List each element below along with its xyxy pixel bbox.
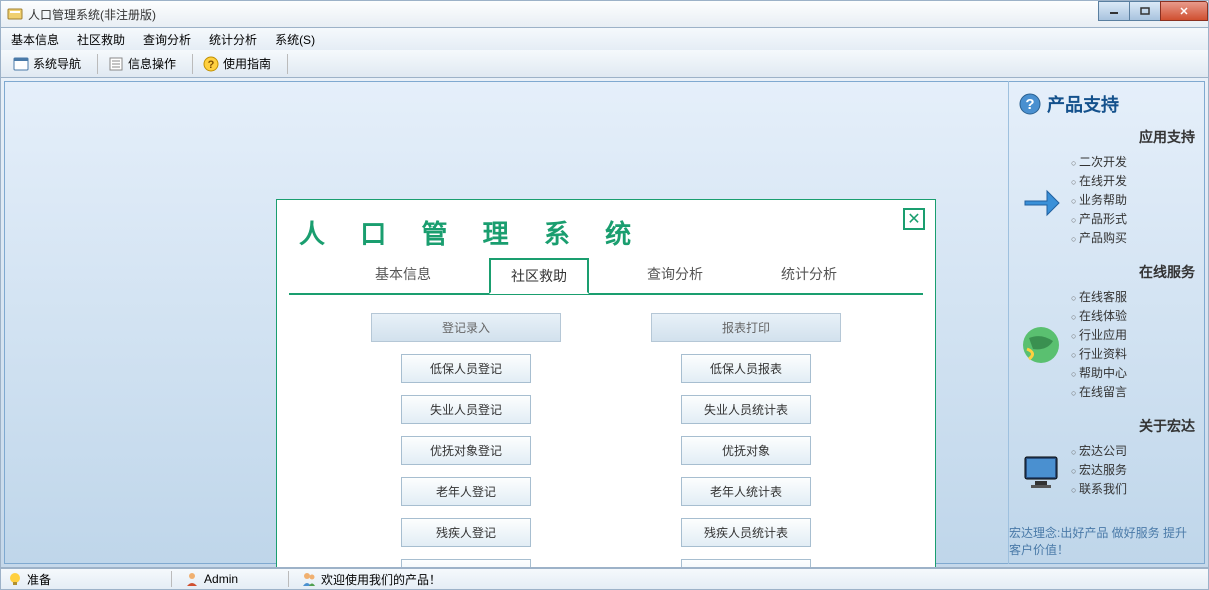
status-welcome: 欢迎使用我们的产品！ <box>301 571 441 588</box>
menubar: 基本信息 社区救助 查询分析 统计分析 系统(S) <box>0 28 1209 50</box>
help-circle-icon: ? <box>1019 93 1041 115</box>
separator <box>192 54 193 74</box>
sidebar-section-app: 应用支持 二次开发 在线开发 业务帮助 产品形式 产品购买 <box>1019 127 1195 248</box>
link-industry-doc[interactable]: 行业资料 <box>1071 345 1127 364</box>
link-dev2[interactable]: 二次开发 <box>1071 153 1127 172</box>
svg-text:?: ? <box>1025 96 1034 113</box>
list-icon <box>108 56 124 72</box>
nav-close-button[interactable]: ✕ <box>903 208 925 230</box>
bulb-icon <box>700 566 716 569</box>
sidebar-slogan: 宏达理念:出好产品 做好服务 提升客户价值！ <box>1009 524 1193 558</box>
toolbar: 系统导航 信息操作 ? 使用指南 <box>0 50 1209 78</box>
menu-system[interactable]: 系统(S) <box>275 31 315 48</box>
nav-header: 人 口 管 理 系 统 ✕ <box>277 200 935 257</box>
monitor-icon <box>1019 449 1063 493</box>
link-online-dev[interactable]: 在线开发 <box>1071 172 1127 191</box>
close-button[interactable] <box>1160 1 1208 21</box>
link-biz-help[interactable]: 业务帮助 <box>1071 191 1127 210</box>
minimize-button[interactable] <box>1098 1 1130 21</box>
main-area: 人 口 管 理 系 统 ✕ 基本信息 社区救助 查询分析 统计分析 登记录入 低… <box>0 78 1209 568</box>
window-controls <box>1099 1 1208 21</box>
sidebar-links-about: 宏达公司 宏达服务 联系我们 <box>1071 442 1127 499</box>
sidebar-section-about: 关于宏达 宏达公司 宏达服务 联系我们 <box>1019 416 1195 499</box>
btn-laonian-reg[interactable]: 老年人登记 <box>401 477 531 506</box>
nav-group-register: 登记录入 低保人员登记 失业人员登记 优抚对象登记 老年人登记 残疾人登记 两劳… <box>371 313 561 568</box>
link-cs[interactable]: 在线客服 <box>1071 288 1127 307</box>
link-trial[interactable]: 在线体验 <box>1071 307 1127 326</box>
nav-tab-basic[interactable]: 基本信息 <box>355 258 451 294</box>
nav-tab-community[interactable]: 社区救助 <box>489 258 589 294</box>
nav-pinyin: REN KOU GUAN LI XI TONG <box>295 566 505 568</box>
sidebar-section-online: 在线服务 在线客服 在线体验 行业应用 行业资料 帮助中心 在线留言 <box>1019 262 1195 402</box>
separator <box>288 571 289 587</box>
sidebar-head-app: 应用支持 <box>1019 127 1195 147</box>
btn-dibao-rpt[interactable]: 低保人员报表 <box>681 354 811 383</box>
link-service[interactable]: 宏达服务 <box>1071 461 1127 480</box>
sidebar-links-online: 在线客服 在线体验 行业应用 行业资料 帮助中心 在线留言 <box>1071 288 1127 402</box>
status-ready: 准备 <box>7 571 51 588</box>
menu-query[interactable]: 查询分析 <box>143 31 191 48</box>
nav-content: 登记录入 低保人员登记 失业人员登记 优抚对象登记 老年人登记 残疾人登记 两劳… <box>277 295 935 568</box>
sidebar: ? 产品支持 应用支持 二次开发 在线开发 业务帮助 产品形式 产品购买 在线服… <box>1008 81 1205 564</box>
nav-title: 人 口 管 理 系 统 <box>299 214 913 251</box>
btn-canji-reg[interactable]: 残疾人登记 <box>401 518 531 547</box>
separator <box>171 571 172 587</box>
bulb-icon <box>7 571 23 587</box>
globe-icon <box>1019 323 1063 367</box>
btn-canji-rpt[interactable]: 残疾人员统计表 <box>681 518 811 547</box>
menu-basic[interactable]: 基本信息 <box>11 31 59 48</box>
sidebar-title: ? 产品支持 <box>1019 91 1195 117</box>
window-title: 人口管理系统(非注册版) <box>28 6 156 23</box>
separator <box>287 54 288 74</box>
link-product-buy[interactable]: 产品购买 <box>1071 229 1127 248</box>
link-help-center[interactable]: 帮助中心 <box>1071 364 1127 383</box>
link-product-form[interactable]: 产品形式 <box>1071 210 1127 229</box>
btn-laonian-rpt[interactable]: 老年人统计表 <box>681 477 811 506</box>
toolbar-info[interactable]: 信息操作 <box>102 53 182 74</box>
group-head-report: 报表打印 <box>651 313 841 342</box>
help-icon: ? <box>203 56 219 72</box>
status-user: Admin <box>184 571 238 587</box>
toolbar-nav[interactable]: 系统导航 <box>7 53 87 74</box>
sidebar-head-online: 在线服务 <box>1019 262 1195 282</box>
btn-youfu-rpt[interactable]: 优抚对象 <box>681 436 811 465</box>
nav-tab-stats[interactable]: 统计分析 <box>761 258 857 294</box>
separator <box>97 54 98 74</box>
nav-panel: 人 口 管 理 系 统 ✕ 基本信息 社区救助 查询分析 统计分析 登记录入 低… <box>276 199 936 568</box>
user-icon <box>184 571 200 587</box>
nav-tab-query[interactable]: 查询分析 <box>627 258 723 294</box>
nav-tabs: 基本信息 社区救助 查询分析 统计分析 <box>289 257 923 295</box>
sidebar-links-app: 二次开发 在线开发 业务帮助 产品形式 产品购买 <box>1071 153 1127 248</box>
people-icon <box>301 571 317 587</box>
link-industry-app[interactable]: 行业应用 <box>1071 326 1127 345</box>
btn-dibao-reg[interactable]: 低保人员登记 <box>401 354 531 383</box>
svg-text:?: ? <box>208 59 215 71</box>
sidebar-head-about: 关于宏达 <box>1019 416 1195 436</box>
titlebar: 人口管理系统(非注册版) <box>0 0 1209 28</box>
arrow-icon <box>1019 179 1063 223</box>
menu-community[interactable]: 社区救助 <box>77 31 125 48</box>
window-icon <box>13 56 29 72</box>
nav-footer-hint: 使用F8键可以显示/隐藏当前导航窗口 <box>700 565 917 568</box>
link-message[interactable]: 在线留言 <box>1071 383 1127 402</box>
statusbar: 准备 Admin 欢迎使用我们的产品！ <box>0 568 1209 590</box>
link-company[interactable]: 宏达公司 <box>1071 442 1127 461</box>
nav-group-report: 报表打印 低保人员报表 失业人员统计表 优抚对象 老年人统计表 残疾人员统计表 … <box>651 313 841 568</box>
btn-shiye-rpt[interactable]: 失业人员统计表 <box>681 395 811 424</box>
link-contact[interactable]: 联系我们 <box>1071 480 1127 499</box>
btn-youfu-reg[interactable]: 优抚对象登记 <box>401 436 531 465</box>
maximize-button[interactable] <box>1129 1 1161 21</box>
app-icon <box>7 6 23 22</box>
menu-stats[interactable]: 统计分析 <box>209 31 257 48</box>
btn-shiye-reg[interactable]: 失业人员登记 <box>401 395 531 424</box>
group-head-register: 登记录入 <box>371 313 561 342</box>
toolbar-guide[interactable]: ? 使用指南 <box>197 53 277 74</box>
